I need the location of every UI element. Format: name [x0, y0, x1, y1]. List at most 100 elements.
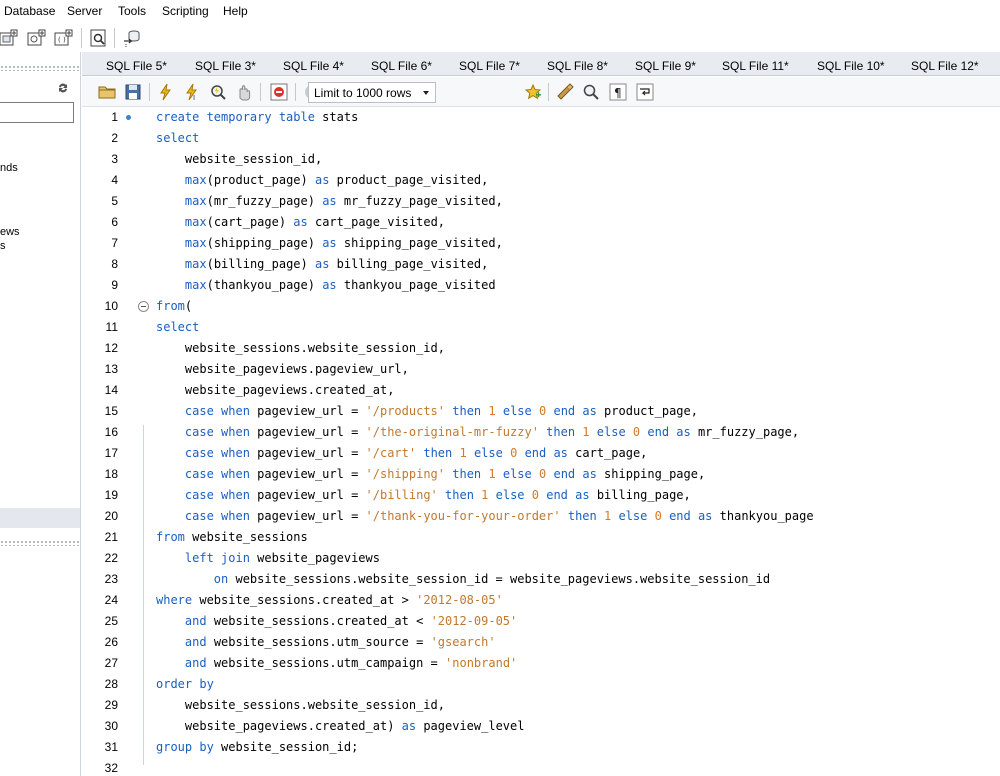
add-snippet-icon[interactable] — [523, 82, 543, 102]
tab-sql-file-9[interactable]: SQL File 9* — [635, 59, 696, 73]
open-folder-icon[interactable] — [97, 82, 117, 102]
stop-icon[interactable] — [234, 82, 254, 102]
invisible-chars-icon[interactable]: ¶ — [608, 82, 628, 102]
tab-sql-file-5[interactable]: SQL File 5* — [106, 59, 167, 73]
execute-current-icon[interactable]: I — [182, 82, 202, 102]
menu-scripting[interactable]: Scripting — [162, 4, 209, 18]
tab-sql-file-6[interactable]: SQL File 6* — [371, 59, 432, 73]
code-line[interactable]: 13 website_pageviews.pageview_url, — [82, 359, 1000, 380]
inspector-icon[interactable] — [88, 27, 110, 49]
code-line[interactable]: 5 max(mr_fuzzy_page) as mr_fuzzy_page_vi… — [82, 191, 1000, 212]
sql-keyword: max — [184, 257, 207, 271]
code-line[interactable]: 28 order by — [82, 674, 1000, 695]
code-line[interactable]: 3 website_session_id, — [82, 149, 1000, 170]
panel-grip[interactable] — [0, 540, 80, 546]
code-line[interactable]: 17 case when pageview_url = '/cart' then… — [82, 443, 1000, 464]
panel-grip[interactable] — [0, 65, 80, 71]
explain-icon[interactable] — [208, 82, 228, 102]
code-line[interactable]: 22 left join website_pageviews — [82, 548, 1000, 569]
code-line[interactable]: 6 max(cart_page) as cart_page_visited, — [82, 212, 1000, 233]
code-line[interactable]: 24 where website_sessions.created_at > '2… — [82, 590, 1000, 611]
save-icon[interactable] — [123, 82, 143, 102]
code-line[interactable]: 2 select — [82, 128, 1000, 149]
row-limit-value: Limit to 1000 rows — [314, 86, 412, 100]
schema-filter-input[interactable] — [0, 102, 74, 123]
menu-help[interactable]: Help — [223, 4, 248, 18]
code-text: select — [156, 320, 199, 334]
tab-sql-file-4[interactable]: SQL File 4* — [283, 59, 344, 73]
fold-toggle-icon[interactable] — [138, 301, 149, 312]
line-number: 27 — [104, 656, 118, 670]
toggle-error-stop-icon[interactable] — [269, 82, 289, 102]
code-line[interactable]: 27 and website_sessions.utm_campaign = '… — [82, 653, 1000, 674]
row-limit-select[interactable]: Limit to 1000 rows — [308, 82, 436, 103]
code-line[interactable]: 20 case when pageview_url = '/thank-you-… — [82, 506, 1000, 527]
line-number: 31 — [104, 740, 118, 754]
tab-sql-file-11[interactable]: SQL File 11* — [722, 59, 789, 73]
add-schema-icon[interactable]: ( ) — [53, 27, 75, 49]
code-line[interactable]: 11 select — [82, 317, 1000, 338]
sidebar-item[interactable]: nds — [0, 162, 18, 174]
sql-string: '/cart' — [365, 446, 417, 460]
code-text: case when pageview_url = '/products' the… — [156, 404, 698, 418]
code-line[interactable]: 14 website_pageviews.created_at, — [82, 380, 1000, 401]
new-connection-icon[interactable] — [0, 27, 20, 49]
tab-sql-file-10[interactable]: SQL File 10* — [817, 59, 885, 73]
code-line[interactable]: 1 create temporary table stats — [82, 107, 1000, 128]
menu-tools[interactable]: Tools — [118, 4, 146, 18]
menu-server[interactable]: Server — [67, 4, 102, 18]
code-line[interactable]: 19 case when pageview_url = '/billing' t… — [82, 485, 1000, 506]
tab-sql-file-7[interactable]: SQL File 7* — [459, 59, 520, 73]
code-line[interactable]: 32 — [82, 758, 1000, 776]
refresh-icon[interactable] — [57, 82, 69, 94]
code-line[interactable]: 7 max(shipping_page) as shipping_page_vi… — [82, 233, 1000, 254]
code-line[interactable]: 4 max(product_page) as product_page_visi… — [82, 170, 1000, 191]
tab-sql-file-3[interactable]: SQL File 3* — [195, 59, 256, 73]
sql-editor[interactable]: 1 create temporary table stats 2 select 3 we… — [82, 107, 1000, 776]
migration-icon[interactable] — [121, 27, 143, 49]
code-text: case when pageview_url = '/thank-you-for… — [156, 509, 814, 523]
code-line[interactable]: 15 case when pageview_url = '/products' … — [82, 401, 1000, 422]
sql-keyword: as — [322, 194, 337, 208]
code-line[interactable]: 25 and website_sessions.created_at < '20… — [82, 611, 1000, 632]
line-number: 3 — [111, 152, 118, 166]
code-line[interactable]: 29 website_sessions.website_session_id, — [82, 695, 1000, 716]
find-icon[interactable] — [581, 82, 601, 102]
code-line[interactable]: 9 max(thankyou_page) as thankyou_page_vi… — [82, 275, 1000, 296]
code-line[interactable]: 26 and website_sessions.utm_source = 'gs… — [82, 632, 1000, 653]
code-line[interactable]: 10 from( — [82, 296, 1000, 317]
manage-connections-icon[interactable] — [26, 27, 48, 49]
tab-sql-file-8[interactable]: SQL File 8* — [547, 59, 608, 73]
code-line[interactable]: 21 from website_sessions — [82, 527, 1000, 548]
sql-text: product_page_visited, — [329, 173, 489, 187]
code-text: case when pageview_url = '/billing' then… — [156, 488, 691, 502]
code-line[interactable]: 18 case when pageview_url = '/shipping' … — [82, 464, 1000, 485]
sql-keyword: order by — [156, 677, 214, 691]
code-line[interactable]: 23 on website_sessions.website_session_i… — [82, 569, 1000, 590]
sql-keyword: and — [184, 635, 207, 649]
sidebar-item[interactable]: s — [0, 240, 6, 252]
menu-database[interactable]: Database — [4, 4, 55, 18]
sql-keyword: case when — [184, 467, 250, 481]
tab-sql-file-12[interactable]: SQL File 12* — [911, 59, 979, 73]
line-number: 5 — [111, 194, 118, 208]
line-number: 17 — [104, 446, 118, 460]
code-line[interactable]: 8 max(billing_page) as billing_page_visi… — [82, 254, 1000, 275]
code-line[interactable]: 12 website_sessions.website_session_id, — [82, 338, 1000, 359]
sql-text: website_sessions.created_at > — [192, 593, 417, 607]
code-line[interactable]: 16 case when pageview_url = '/the-origin… — [82, 422, 1000, 443]
code-line[interactable]: 31 group by website_session_id; — [82, 737, 1000, 758]
execute-icon[interactable] — [156, 82, 176, 102]
beautify-icon[interactable] — [555, 82, 575, 102]
toolbar-separator — [81, 28, 82, 48]
sidebar-item[interactable]: ews — [0, 226, 20, 238]
code-line[interactable]: 30 website_pageviews.created_at) as page… — [82, 716, 1000, 737]
word-wrap-icon[interactable] — [635, 82, 655, 102]
sql-text: website_session_id; — [213, 740, 359, 754]
